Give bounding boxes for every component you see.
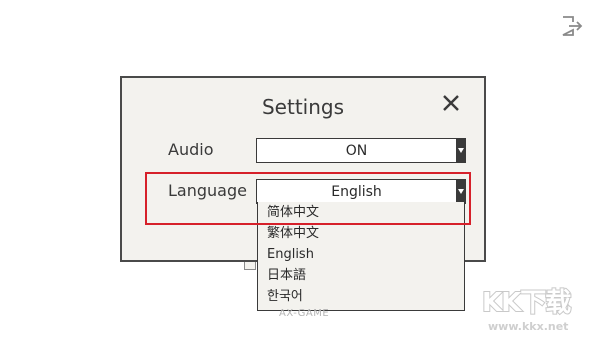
watermark: KK下载 www.kkx.net <box>478 282 596 334</box>
dialog-button-edge <box>244 262 256 270</box>
language-option[interactable]: 한국어 <box>258 286 464 307</box>
footer-text: AX-GAME <box>279 308 330 319</box>
audio-dropdown[interactable]: ON <box>256 138 466 163</box>
audio-dropdown-value: ON <box>345 142 368 159</box>
dialog-title: Settings <box>261 95 345 119</box>
language-option[interactable]: 日本語 <box>258 265 464 286</box>
watermark-url: www.kkx.net <box>488 320 569 333</box>
language-option[interactable]: 繁体中文 <box>258 223 464 244</box>
exit-icon[interactable] <box>560 14 584 38</box>
watermark-logo: KK下载 <box>481 287 572 319</box>
highlight-box <box>145 172 471 225</box>
language-option[interactable]: English <box>258 244 464 265</box>
audio-label: Audio <box>168 140 214 159</box>
close-icon[interactable] <box>442 94 460 112</box>
chevron-down-icon[interactable] <box>456 139 465 162</box>
